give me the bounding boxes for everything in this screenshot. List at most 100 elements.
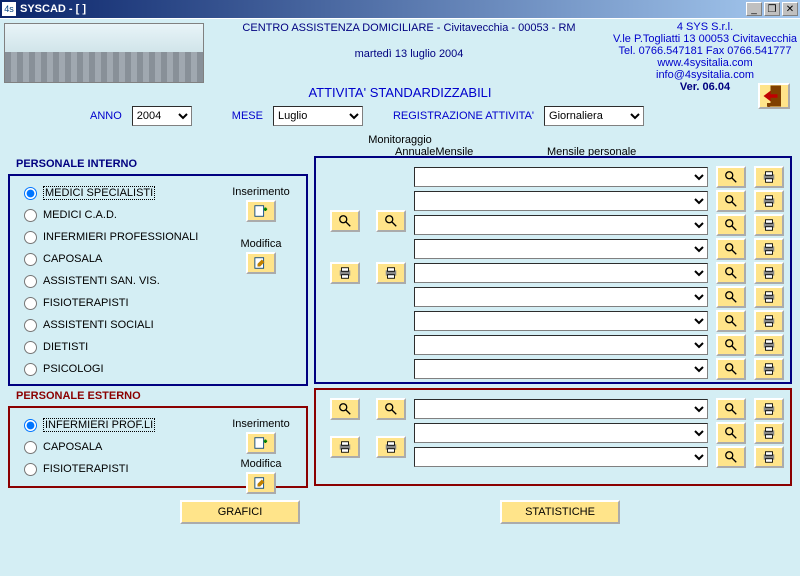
interno-role-radio[interactable]	[24, 275, 37, 288]
registrazione-label: REGISTRAZIONE ATTIVITA'	[393, 110, 534, 122]
header-company: 4 SYS S.r.l. V.le P.Togliatti 13 00053 C…	[610, 19, 800, 79]
esterno-annuale-view-button[interactable]	[330, 398, 360, 420]
statistiche-button[interactable]: STATISTICHE	[500, 500, 620, 524]
esterno-mensile-view-button[interactable]	[376, 398, 406, 420]
printer-icon	[762, 426, 776, 440]
modifica-label-ext: Modifica	[222, 458, 300, 470]
anno-label: ANNO	[90, 110, 122, 122]
esterno-person-select[interactable]	[414, 423, 708, 443]
interno-role-row[interactable]: ASSISTENTI SAN. VIS.	[16, 270, 222, 292]
interno-row-print-button[interactable]	[754, 358, 784, 380]
printer-icon	[762, 242, 776, 256]
interno-person-select[interactable]	[414, 191, 708, 211]
interno-row-view-button[interactable]	[716, 334, 746, 356]
exit-icon	[760, 82, 788, 110]
interno-role-row[interactable]: FISIOTERAPISTI	[16, 292, 222, 314]
annuale-print-button[interactable]	[330, 262, 360, 284]
interno-role-radio[interactable]	[24, 209, 37, 222]
interno-row-view-button[interactable]	[716, 262, 746, 284]
interno-person-select[interactable]	[414, 167, 708, 187]
exit-button[interactable]	[758, 83, 790, 109]
esterno-monitor-row	[414, 446, 784, 468]
esterno-row-print-button[interactable]	[754, 398, 784, 420]
esterno-row-view-button[interactable]	[716, 398, 746, 420]
mese-select[interactable]: Luglio	[273, 106, 363, 126]
interno-person-select[interactable]	[414, 359, 708, 379]
interno-person-select[interactable]	[414, 215, 708, 235]
esterno-person-select[interactable]	[414, 399, 708, 419]
interno-row-print-button[interactable]	[754, 190, 784, 212]
interno-person-select[interactable]	[414, 263, 708, 283]
esterno-inserimento-button[interactable]	[246, 432, 276, 454]
magnifier-icon	[724, 242, 738, 256]
esterno-role-row[interactable]: CAPOSALA	[16, 436, 222, 458]
esterno-role-radio[interactable]	[24, 463, 37, 476]
interno-row-view-button[interactable]	[716, 238, 746, 260]
esterno-annuale-print-button[interactable]	[330, 436, 360, 458]
interno-role-radio[interactable]	[24, 187, 37, 200]
mensile-print-button[interactable]	[376, 262, 406, 284]
interno-person-select[interactable]	[414, 335, 708, 355]
interno-role-row[interactable]: INFERMIERI PROFESSIONALI	[16, 226, 222, 248]
interno-row-view-button[interactable]	[716, 190, 746, 212]
interno-role-row[interactable]: MEDICI C.A.D.	[16, 204, 222, 226]
magnifier-icon	[338, 402, 352, 416]
interno-row-print-button[interactable]	[754, 286, 784, 308]
esterno-role-row[interactable]: FISIOTERAPISTI	[16, 458, 222, 480]
esterno-role-row[interactable]: INFERMIERI PROF.LI	[16, 414, 222, 436]
interno-role-row[interactable]: MEDICI SPECIALISTI	[16, 182, 222, 204]
magnifier-icon	[724, 194, 738, 208]
interno-row-view-button[interactable]	[716, 214, 746, 236]
interno-row-view-button[interactable]	[716, 358, 746, 380]
interno-row-print-button[interactable]	[754, 214, 784, 236]
esterno-row-view-button[interactable]	[716, 446, 746, 468]
interno-role-label: MEDICI SPECIALISTI	[43, 186, 155, 200]
monitor-title: Monitoraggio	[0, 134, 800, 146]
minimize-button[interactable]: _	[746, 2, 762, 16]
esterno-mensile-print-button[interactable]	[376, 436, 406, 458]
interno-row-view-button[interactable]	[716, 286, 746, 308]
interno-role-radio[interactable]	[24, 297, 37, 310]
interno-row-view-button[interactable]	[716, 310, 746, 332]
esterno-role-label: FISIOTERAPISTI	[43, 463, 129, 475]
interno-row-print-button[interactable]	[754, 310, 784, 332]
close-window-button[interactable]: ✕	[782, 2, 798, 16]
esterno-person-select[interactable]	[414, 447, 708, 467]
interno-role-radio[interactable]	[24, 231, 37, 244]
esterno-role-radio[interactable]	[24, 419, 37, 432]
interno-role-radio[interactable]	[24, 341, 37, 354]
interno-role-label: CAPOSALA	[43, 253, 102, 265]
interno-person-select[interactable]	[414, 311, 708, 331]
interno-person-select[interactable]	[414, 287, 708, 307]
grafici-button[interactable]: GRAFICI	[180, 500, 300, 524]
anno-select[interactable]: 2004	[132, 106, 192, 126]
interno-role-row[interactable]: ASSISTENTI SOCIALI	[16, 314, 222, 336]
interno-role-radio[interactable]	[24, 363, 37, 376]
magnifier-icon	[724, 170, 738, 184]
interno-role-row[interactable]: PSICOLOGI	[16, 358, 222, 380]
printer-icon	[338, 266, 352, 280]
registrazione-select[interactable]: Giornaliera	[544, 106, 644, 126]
interno-row-print-button[interactable]	[754, 334, 784, 356]
annuale-view-button[interactable]	[330, 210, 360, 232]
interno-row-print-button[interactable]	[754, 238, 784, 260]
interno-row-view-button[interactable]	[716, 166, 746, 188]
interno-row-print-button[interactable]	[754, 262, 784, 284]
form-edit-icon	[254, 256, 268, 270]
interno-person-select[interactable]	[414, 239, 708, 259]
interno-modifica-button[interactable]	[246, 252, 276, 274]
interno-role-radio[interactable]	[24, 319, 37, 332]
esterno-modifica-button[interactable]	[246, 472, 276, 494]
esterno-row-view-button[interactable]	[716, 422, 746, 444]
mensile-view-button[interactable]	[376, 210, 406, 232]
interno-role-row[interactable]: DIETISTI	[16, 336, 222, 358]
esterno-row-print-button[interactable]	[754, 422, 784, 444]
interno-role-row[interactable]: CAPOSALA	[16, 248, 222, 270]
interno-inserimento-button[interactable]	[246, 200, 276, 222]
esterno-title: PERSONALE ESTERNO	[16, 390, 308, 402]
interno-role-radio[interactable]	[24, 253, 37, 266]
esterno-row-print-button[interactable]	[754, 446, 784, 468]
interno-row-print-button[interactable]	[754, 166, 784, 188]
restore-button[interactable]: ❐	[764, 2, 780, 16]
esterno-role-radio[interactable]	[24, 441, 37, 454]
